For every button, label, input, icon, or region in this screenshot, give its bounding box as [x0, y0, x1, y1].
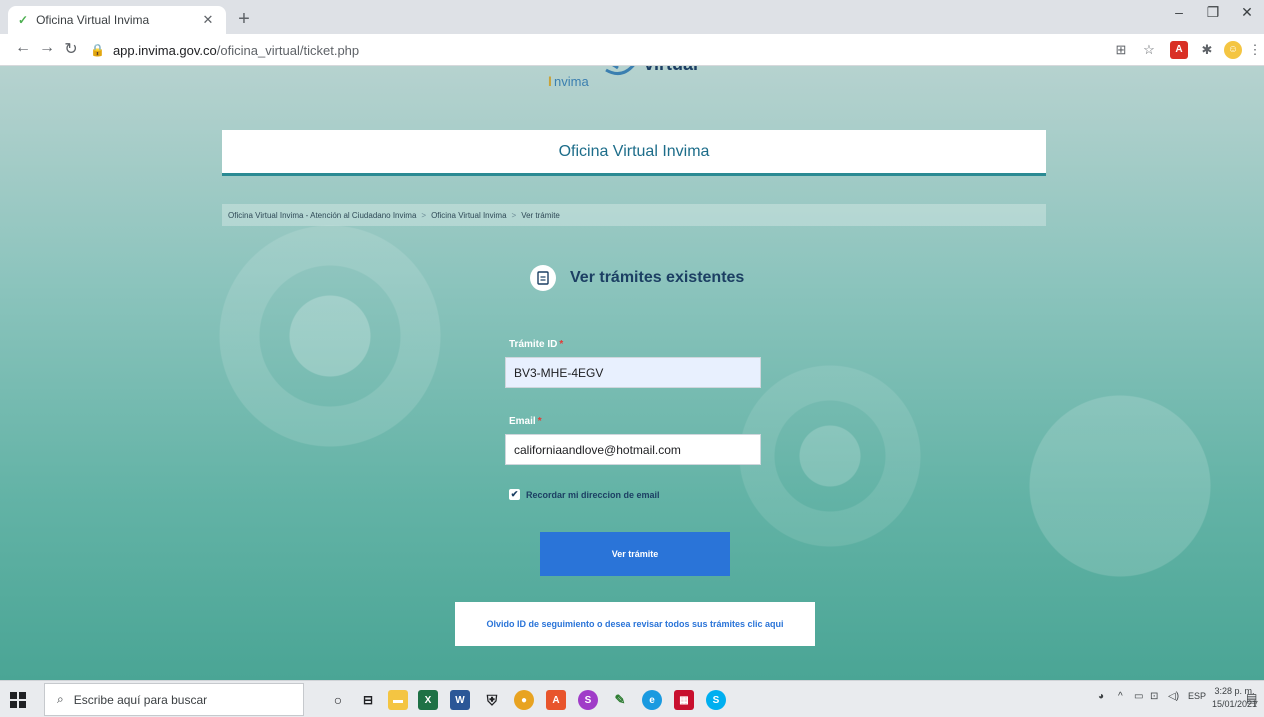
- media-player-icon[interactable]: ▦: [674, 690, 694, 710]
- tab-title: Oficina Virtual Invima: [36, 13, 150, 27]
- tray-network-icon[interactable]: ⊡: [1150, 691, 1158, 702]
- svg-text:virtual: virtual: [644, 66, 698, 74]
- skype-purple-icon[interactable]: S: [578, 690, 598, 710]
- close-tab-icon[interactable]: ✕: [200, 12, 216, 28]
- extensions-puzzle-icon[interactable]: ✱: [1198, 41, 1216, 59]
- email-label-text: Email: [509, 416, 536, 427]
- breadcrumb-item[interactable]: Oficina Virtual Invima: [431, 211, 506, 220]
- remember-email-label: Recordar mi direccion de email: [526, 489, 660, 500]
- tray-status-icon[interactable]: ◕: [1098, 691, 1104, 702]
- required-mark: *: [537, 416, 542, 427]
- task-view-icon[interactable]: ⊟: [358, 690, 378, 710]
- notification-count: 7: [1254, 701, 1258, 708]
- browser-toolbar: ← → ↻ 🔒 app.invima.gov.co/oficina_virtua…: [0, 34, 1264, 66]
- paint-icon[interactable]: ✎: [610, 690, 630, 710]
- tramite-id-input[interactable]: BV3-MHE-4EGV: [505, 357, 761, 388]
- breadcrumb-separator: >: [421, 210, 427, 220]
- breadcrumb-item-current: Ver trámite: [521, 210, 560, 220]
- security-shield-icon[interactable]: ⛨: [482, 690, 502, 710]
- minimize-window-icon[interactable]: –: [1164, 4, 1194, 20]
- address-bar[interactable]: 🔒 app.invima.gov.co/oficina_virtual/tick…: [90, 38, 1100, 62]
- invima-logo: I nvima virtual: [548, 66, 698, 89]
- restore-window-icon[interactable]: ❐: [1198, 4, 1228, 21]
- windows-taskbar: ⌕ Escribe aquí para buscar ○ ⊟ ▬ X W ⛨ ●…: [0, 680, 1264, 717]
- file-explorer-icon[interactable]: ▬: [388, 690, 408, 710]
- page-content: I nvima virtual Oficina Virtual Invima O…: [0, 66, 1264, 680]
- forgot-id-link[interactable]: Olvido ID de seguimiento o desea revisar…: [455, 602, 815, 646]
- remember-email-checkbox[interactable]: ✔: [509, 489, 520, 500]
- lock-icon: 🔒: [90, 43, 105, 57]
- browser-tab-strip: ✓ Oficina Virtual Invima ✕ + – ❐ ✕: [0, 0, 1264, 34]
- translate-icon[interactable]: ⊞: [1112, 41, 1130, 59]
- forward-icon[interactable]: →: [36, 39, 58, 57]
- remember-email-option[interactable]: ✔ Recordar mi direccion de email: [509, 489, 660, 500]
- browser-tab[interactable]: ✓ Oficina Virtual Invima ✕: [8, 6, 226, 34]
- email-input[interactable]: californiaandlove@hotmail.com: [505, 434, 761, 465]
- required-mark: *: [559, 339, 564, 350]
- breadcrumb-separator: >: [511, 210, 517, 220]
- ver-tramite-button[interactable]: Ver trámite: [540, 532, 730, 576]
- excel-icon[interactable]: X: [418, 690, 438, 710]
- profile-avatar-icon[interactable]: ☺: [1224, 41, 1242, 59]
- form-heading: Ver trámites existentes: [530, 265, 744, 291]
- document-icon: [530, 265, 556, 291]
- edge-icon[interactable]: e: [642, 690, 662, 710]
- svg-text:I: I: [548, 73, 552, 89]
- taskbar-search-placeholder: Escribe aquí para buscar: [73, 692, 208, 707]
- acrobat-icon[interactable]: A: [546, 690, 566, 710]
- tramite-id-label: Trámite ID *: [509, 339, 563, 350]
- svg-text:nvima: nvima: [554, 74, 589, 89]
- tray-volume-icon[interactable]: ◁): [1168, 691, 1179, 702]
- url-host: app.invima.gov.co: [112, 42, 217, 58]
- taskbar-search-box[interactable]: ⌕ Escribe aquí para buscar: [44, 683, 304, 716]
- breadcrumb-item[interactable]: Oficina Virtual Invima - Atención al Ciu…: [228, 211, 416, 220]
- email-label: Email *: [509, 416, 542, 427]
- bookmark-star-icon[interactable]: ☆: [1140, 41, 1158, 59]
- back-icon[interactable]: ←: [12, 39, 34, 57]
- close-window-icon[interactable]: ✕: [1232, 4, 1262, 21]
- chrome-icon[interactable]: ●: [514, 690, 534, 710]
- word-icon[interactable]: W: [450, 690, 470, 710]
- search-icon: ⌕: [57, 692, 64, 706]
- tray-language[interactable]: ESP: [1188, 691, 1206, 701]
- windows-start-icon[interactable]: [10, 692, 26, 708]
- tab-favicon-icon: ✓: [18, 13, 29, 27]
- breadcrumb: Oficina Virtual Invima - Atención al Ciu…: [222, 204, 1046, 226]
- tray-expand-icon[interactable]: ^: [1118, 691, 1123, 702]
- page-title: Oficina Virtual Invima: [222, 130, 1046, 176]
- tray-battery-icon[interactable]: ▭: [1134, 691, 1143, 702]
- skype-icon[interactable]: S: [706, 690, 726, 710]
- pdf-extension-icon[interactable]: A: [1170, 41, 1188, 59]
- new-tab-button[interactable]: +: [232, 8, 256, 32]
- url-path: /oficina_virtual/ticket.php: [216, 42, 360, 58]
- cortana-icon[interactable]: ○: [328, 690, 348, 710]
- browser-menu-icon[interactable]: ⋮: [1246, 41, 1264, 59]
- tramite-id-label-text: Trámite ID: [509, 339, 558, 350]
- heading-text: Ver trámites existentes: [570, 269, 745, 286]
- reload-icon[interactable]: ↻: [60, 39, 82, 59]
